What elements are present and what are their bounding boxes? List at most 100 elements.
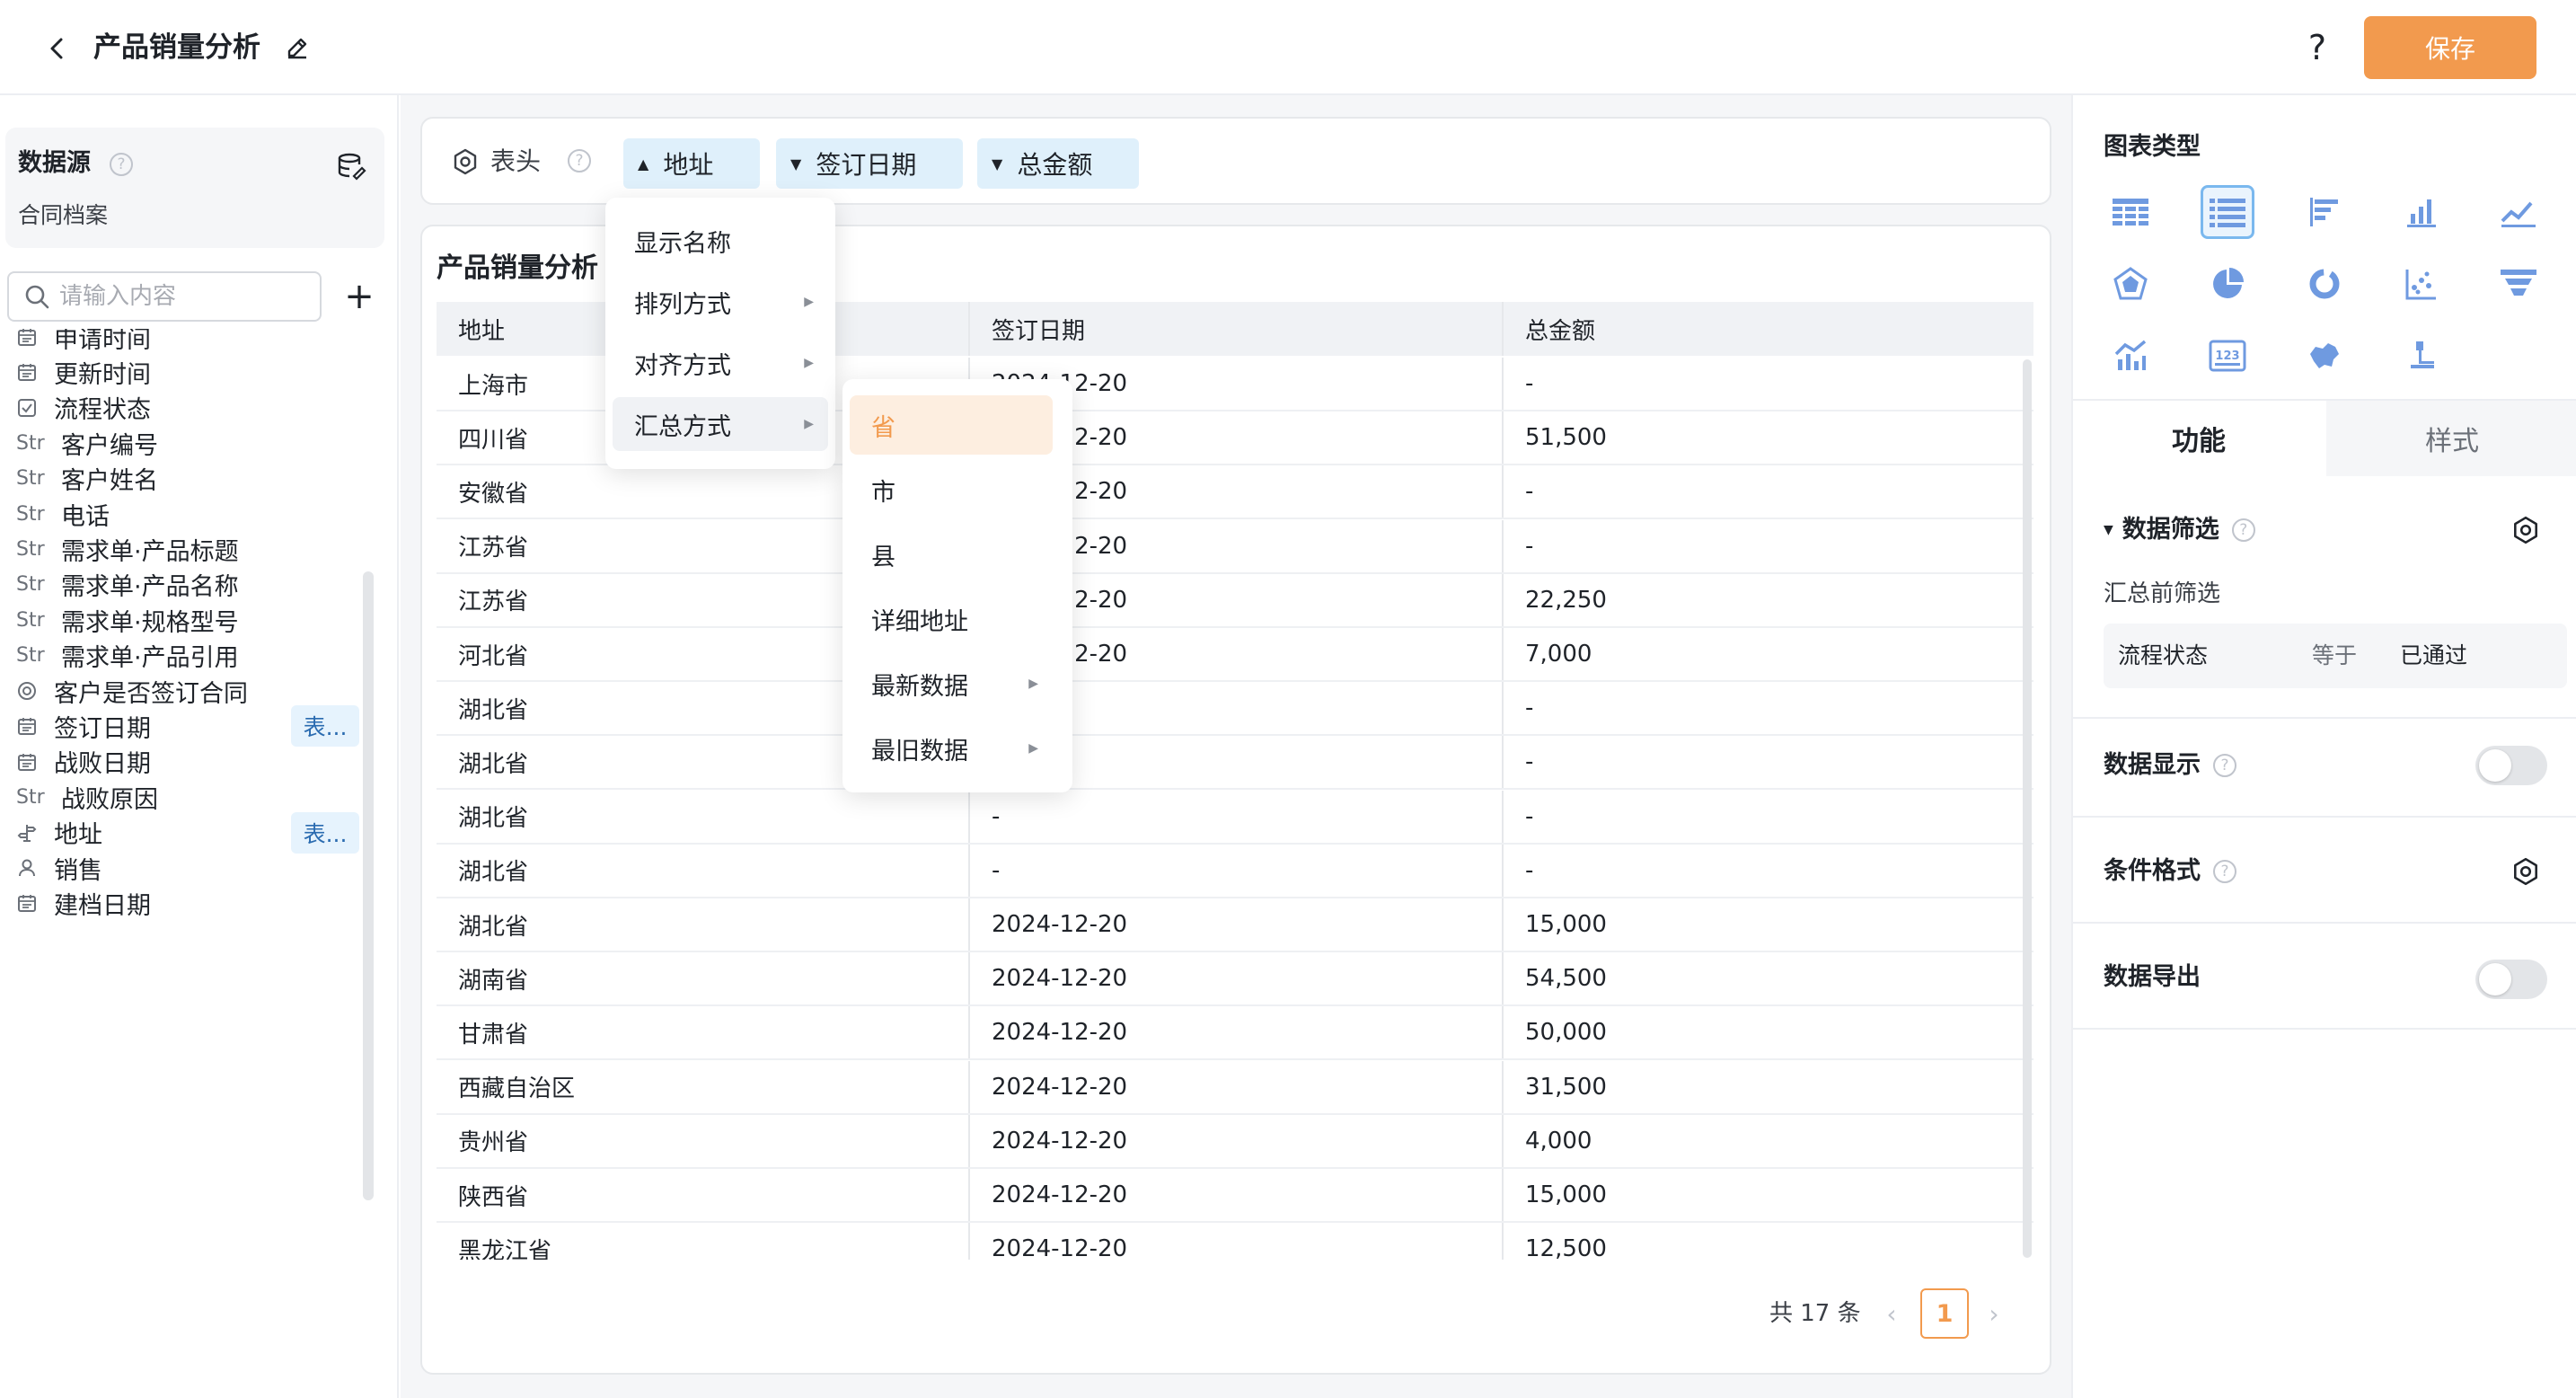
sort-asc-icon: ▲: [638, 155, 649, 173]
field-item[interactable]: 建档日期: [16, 880, 366, 925]
menu-item[interactable]: 最新数据 ▶: [850, 654, 1053, 713]
search-input[interactable]: [59, 283, 320, 310]
help-icon[interactable]: ?: [2231, 518, 2255, 542]
donut-icon[interactable]: [2298, 257, 2351, 311]
calendar-icon: [16, 361, 47, 383]
bar-horizontal-icon[interactable]: [2298, 185, 2351, 239]
filter-settings-icon[interactable]: [2508, 512, 2544, 548]
page-title: 产品销量分析: [93, 31, 260, 64]
menu-item[interactable]: 显示名称: [613, 214, 828, 268]
table-cell: 31,500: [1525, 1073, 1607, 1101]
scatter-icon[interactable]: [2395, 257, 2448, 311]
combo-icon[interactable]: [2104, 329, 2157, 383]
table-cell: -: [1525, 370, 1534, 397]
field-search[interactable]: [7, 271, 322, 322]
table-cell: -: [1525, 802, 1534, 830]
field-list: 申请时间 更新时间 流程状态 Str 客户编号 Str 客户姓名 Str 电话 Str 需求单·产品…: [0, 329, 377, 1398]
menu-item[interactable]: 最旧数据 ▶: [850, 719, 1053, 778]
table-row: 湖北省 -: [437, 736, 2033, 791]
data-display-toggle[interactable]: [2475, 746, 2547, 785]
radar-icon[interactable]: [2104, 257, 2157, 311]
table-row: 黑龙江省 2024-12-20 12,500: [437, 1223, 2033, 1260]
table-row: 贵州省 2024-12-20 4,000: [437, 1114, 2033, 1169]
help-icon[interactable]: ?: [2213, 754, 2236, 777]
table-cell: 7,000: [1525, 641, 1592, 668]
column-header[interactable]: 签订日期: [970, 302, 1504, 356]
data-export-toggle[interactable]: [2475, 960, 2547, 999]
chip-sign-date[interactable]: ▼ 签订日期: [776, 138, 963, 189]
chart-type-title: 图表类型: [2104, 133, 2201, 161]
conditional-format-settings-icon[interactable]: [2508, 854, 2544, 889]
page-number[interactable]: 1: [1920, 1288, 1969, 1339]
menu-item[interactable]: 县: [850, 525, 1053, 584]
detail-table-icon[interactable]: [2201, 185, 2254, 239]
tab-style[interactable]: 样式: [2326, 401, 2576, 476]
tree-icon[interactable]: [2395, 329, 2448, 383]
help-icon[interactable]: ?: [110, 153, 133, 176]
add-field-button[interactable]: +: [341, 275, 377, 318]
save-button[interactable]: 保存: [2364, 16, 2536, 79]
bar-vertical-icon[interactable]: [2395, 185, 2448, 239]
string-type-icon: Str: [16, 537, 45, 561]
filter-field: 流程状态: [2118, 642, 2209, 668]
help-icon[interactable]: ?: [2213, 860, 2236, 883]
table-cell: 陕西省: [437, 1169, 970, 1221]
section-label: 数据筛选: [2122, 516, 2219, 544]
chevron-right-icon[interactable]: ›: [1978, 1294, 2010, 1333]
number-card-icon[interactable]: 123: [2201, 329, 2254, 383]
table-cell: -: [1525, 856, 1534, 884]
menu-item[interactable]: 市: [850, 460, 1053, 519]
map-icon[interactable]: [2298, 329, 2351, 383]
back-icon[interactable]: [40, 31, 75, 66]
string-type-icon: Str: [16, 573, 45, 597]
menu-item[interactable]: 详细地址: [850, 589, 1053, 649]
menu-item[interactable]: 省: [850, 395, 1053, 455]
table-row: 河北省2024-12-207,000: [437, 628, 2033, 682]
menu-item[interactable]: 对齐方式 ▶: [613, 336, 828, 390]
chip-label: 签订日期: [816, 150, 917, 180]
pie-icon[interactable]: [2201, 257, 2254, 311]
datasource-name[interactable]: 合同档案: [18, 198, 108, 234]
help-icon[interactable]: ?: [568, 149, 591, 173]
table-row: 江苏省2024-12-2022,250: [437, 573, 2033, 628]
table-row: 湖北省 - -: [437, 790, 2033, 845]
tab-function[interactable]: 功能: [2073, 401, 2325, 476]
total-count: 共 17 条: [1769, 1300, 1861, 1327]
table-row: 西藏自治区 2024-12-20 31,500: [437, 1060, 2033, 1115]
data-filter-section[interactable]: ▼ 数据筛选 ?: [2104, 510, 2255, 550]
database-icon[interactable]: [336, 151, 366, 181]
svg-text:123: 123: [2215, 350, 2239, 363]
table-cell: -: [1525, 478, 1534, 506]
menu-item-label: 最旧数据: [871, 737, 968, 765]
chevron-left-icon[interactable]: ‹: [1875, 1294, 1908, 1333]
line-icon[interactable]: [2492, 185, 2545, 239]
table-cell: 西藏自治区: [437, 1060, 970, 1113]
config-panel: 图表类型 123 功能 样式 ▼ 数据筛选 ? 汇总前筛选 流程状态 等于 已通…: [2071, 95, 2576, 1398]
help-button[interactable]: ?: [2298, 25, 2337, 70]
column-header[interactable]: 总金额: [1504, 302, 2033, 356]
table-row: 湖南省 2024-12-20 54,500: [437, 952, 2033, 1007]
menu-item[interactable]: 汇总方式 ▶: [613, 397, 828, 451]
menu-item-label: 省: [871, 413, 895, 442]
table-icon[interactable]: [2104, 185, 2157, 239]
table-cell: 2024-12-20: [970, 1169, 1504, 1221]
chip-total-amount[interactable]: ▼ 总金额: [977, 138, 1139, 189]
menu-item[interactable]: 排列方式 ▶: [613, 275, 828, 329]
caret-right-icon: ▶: [1028, 741, 1038, 756]
settings-icon[interactable]: [451, 147, 480, 176]
funnel-icon[interactable]: [2492, 257, 2545, 311]
divider: [2073, 1028, 2576, 1030]
table-cell: 贵州省: [437, 1114, 970, 1167]
table-cell: 2024-12-20: [970, 1006, 1504, 1059]
address-icon: [16, 822, 47, 844]
data-display-section: 数据显示 ?: [2104, 746, 2236, 785]
filter-condition-row[interactable]: 流程状态 等于 已通过: [2104, 624, 2567, 688]
field-list-scrollbar[interactable]: [363, 571, 374, 1200]
table-scrollbar[interactable]: [2023, 359, 2032, 1258]
edit-icon[interactable]: [282, 32, 313, 63]
chip-address[interactable]: ▲ 地址: [623, 138, 760, 189]
calendar-icon: [16, 715, 47, 737]
data-export-section: 数据导出: [2104, 958, 2201, 997]
table-cell: 2024-12-20: [970, 952, 1504, 1005]
table-row: 湖北省 -: [437, 682, 2033, 737]
